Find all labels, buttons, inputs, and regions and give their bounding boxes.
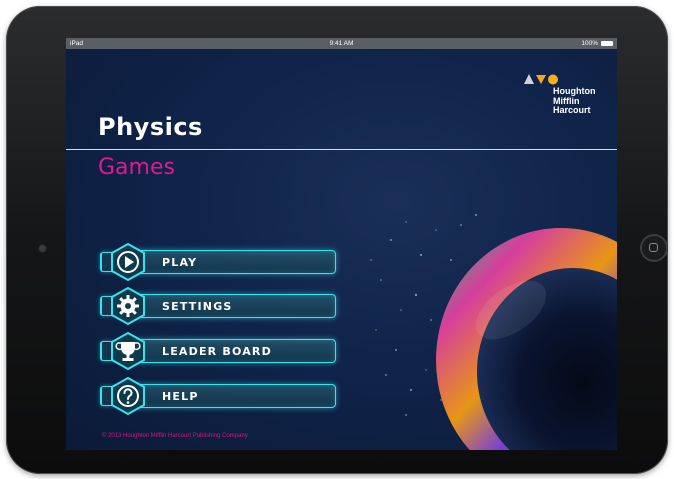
battery-percent: 100% [581,40,598,47]
front-camera [39,245,46,252]
home-button[interactable] [640,234,668,262]
hmh-shapes-icon [524,74,558,85]
home-square-icon [649,243,658,252]
leaderboard-label: LEADER BOARD [162,345,272,358]
clock: 9:41 AM [329,40,354,47]
title-divider [66,149,617,150]
hmh-logo-text: Houghton Mifflin Harcourt [553,86,595,116]
leaderboard-button[interactable]: LEADER BOARD [100,331,338,371]
battery-indicator: 100% [581,38,613,49]
menu-bar [120,384,336,408]
play-label: PLAY [162,256,198,269]
logo-line-3: Harcourt [553,105,591,115]
battery-icon [601,41,613,46]
settings-label: SETTINGS [162,300,233,313]
play-icon [111,242,145,282]
menu-bar [120,250,336,274]
app-subtitle: Games [98,155,175,180]
app-title: Physics [98,113,203,141]
settings-button[interactable]: SETTINGS [100,286,338,326]
copyright-text: © 2013 Houghton Mifflin Harcourt Publish… [102,433,248,439]
gear-icon [111,286,145,326]
help-label: HELP [162,390,199,403]
trophy-icon [111,331,145,371]
app-screen: iPad 9:41 AM 100% Houghton Mifflin Harco… [66,38,617,450]
question-icon [111,376,145,416]
bubble-orb-image [370,214,617,450]
status-bar: iPad 9:41 AM 100% [66,38,617,49]
play-button[interactable]: PLAY [100,242,338,282]
help-button[interactable]: HELP [100,376,338,416]
